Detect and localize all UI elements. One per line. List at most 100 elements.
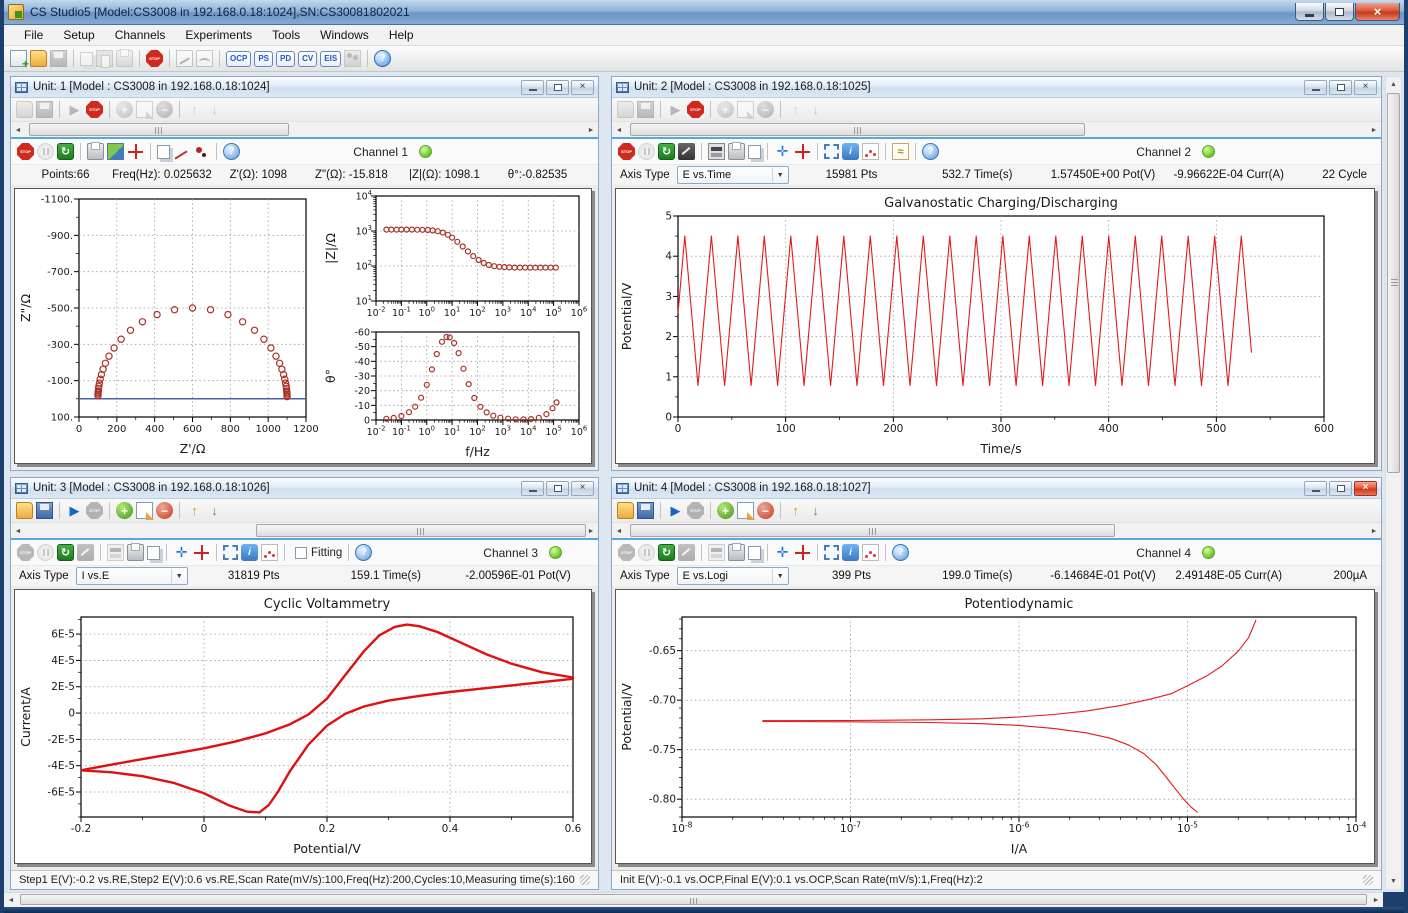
refresh-icon[interactable]: ↻ (658, 544, 675, 561)
copy-data-icon[interactable] (748, 145, 761, 159)
pd-experiment-button[interactable]: PD (276, 51, 295, 67)
scroll-down-arrow[interactable]: ▼ (1386, 874, 1401, 889)
scroll-left-arrow[interactable]: ◄ (4, 893, 18, 907)
cell-setup-icon[interactable] (107, 544, 124, 561)
add-step-icon[interactable]: + (116, 101, 133, 118)
zoom-select-icon[interactable] (824, 545, 839, 560)
move-down-icon[interactable]: ↓ (206, 101, 223, 118)
unit1-restore-button[interactable] (546, 80, 569, 95)
unit1-hscrollbar[interactable]: ◄ ► (11, 121, 598, 137)
move-up-icon[interactable]: ↑ (186, 101, 203, 118)
notes-icon[interactable] (678, 544, 695, 561)
open-icon[interactable] (16, 101, 33, 118)
axis-type-dropdown[interactable]: I vs.E (76, 567, 188, 585)
copy-data-icon[interactable] (147, 546, 160, 560)
scroll-up-arrow[interactable]: ▲ (1386, 77, 1401, 92)
help-icon[interactable]: ? (223, 143, 240, 160)
paste-icon[interactable] (96, 50, 113, 67)
open-icon[interactable] (617, 101, 634, 118)
menu-setup[interactable]: Setup (53, 26, 104, 44)
pan-icon[interactable]: ✛ (774, 143, 791, 160)
scroll-right-arrow[interactable]: ► (1369, 893, 1383, 907)
scroll-right-arrow[interactable]: ► (1367, 524, 1381, 538)
close-button[interactable]: × (1355, 3, 1400, 21)
stop-icon[interactable]: STOP (86, 101, 103, 118)
unit4-close-button[interactable]: × (1354, 481, 1377, 496)
menu-file[interactable]: File (14, 26, 53, 44)
save-icon[interactable] (50, 50, 67, 67)
menu-channels[interactable]: Channels (105, 26, 176, 44)
unit1-close-button[interactable]: × (571, 80, 594, 95)
scroll-thumb[interactable] (1387, 93, 1400, 473)
pause-icon[interactable] (37, 544, 54, 561)
unit4-titlebar[interactable]: Unit: 4 [Model : CS3008 in 192.168.0.18:… (612, 478, 1381, 499)
style-brush-icon[interactable] (344, 50, 361, 67)
cv-experiment-button[interactable]: CV (298, 51, 317, 67)
stop-icon[interactable]: STOP (618, 544, 635, 561)
help-icon[interactable]: ? (892, 544, 909, 561)
report-plot-icon[interactable] (196, 50, 213, 67)
ps-experiment-button[interactable]: PS (254, 51, 273, 67)
save-icon[interactable] (36, 101, 53, 118)
point-tool-icon[interactable] (193, 143, 210, 160)
scatter-mode-icon[interactable] (862, 143, 879, 160)
print-icon[interactable] (127, 544, 144, 561)
axis-type-dropdown[interactable]: E vs.Time (677, 166, 789, 184)
crosshair-icon[interactable] (127, 143, 144, 160)
cell-setup-icon[interactable] (708, 544, 725, 561)
axis-type-dropdown[interactable]: E vs.Logi (677, 567, 789, 585)
copy-icon[interactable] (80, 52, 93, 66)
start-icon[interactable]: ▶ (66, 101, 83, 118)
scroll-left-arrow[interactable]: ◄ (11, 524, 25, 538)
cv-plot[interactable]: -0.200.20.40.66E-54E-52E-50-2E-5-4E-5-6E… (15, 590, 591, 863)
pan-icon[interactable]: ✛ (173, 544, 190, 561)
zoom-select-icon[interactable] (223, 545, 238, 560)
zoom-select-icon[interactable] (824, 144, 839, 159)
move-down-icon[interactable]: ↓ (807, 101, 824, 118)
unit2-hscrollbar[interactable]: ◄ ► (612, 121, 1381, 137)
cell-setup-icon[interactable] (708, 143, 725, 160)
remove-step-icon[interactable]: − (757, 101, 774, 118)
bode-phase-plot[interactable]: 10-210-11001011021031041051060-10-20-30-… (320, 326, 591, 463)
unit3-close-button[interactable]: × (571, 481, 594, 496)
open-icon[interactable] (617, 502, 634, 519)
potentiodynamic-plot[interactable]: 10-810-710-610-510-4-0.65-0.70-0.75-0.80… (616, 590, 1374, 863)
print-icon[interactable] (87, 143, 104, 160)
scroll-right-arrow[interactable]: ► (584, 123, 598, 137)
unit3-minimize-button[interactable] (521, 481, 544, 496)
unit4-restore-button[interactable] (1329, 481, 1352, 496)
open-icon[interactable] (16, 502, 33, 519)
scroll-left-arrow[interactable]: ◄ (11, 123, 25, 137)
scatter-mode-icon[interactable] (862, 544, 879, 561)
scroll-thumb[interactable] (630, 123, 1085, 136)
stop-icon[interactable]: STOP (687, 502, 704, 519)
restore-button[interactable] (1325, 3, 1354, 21)
line-tool-icon[interactable] (173, 143, 190, 160)
data-info-icon[interactable]: i (842, 143, 859, 160)
unit1-titlebar[interactable]: Unit: 1 [Model : CS3008 in 192.168.0.18:… (11, 77, 598, 98)
scroll-thumb[interactable] (630, 524, 1115, 537)
eis-experiment-button[interactable]: EIS (320, 51, 341, 67)
edit-step-icon[interactable] (136, 502, 153, 519)
copy-data-icon[interactable] (748, 546, 761, 560)
scroll-left-arrow[interactable]: ◄ (612, 524, 626, 538)
stop-icon[interactable]: STOP (687, 101, 704, 118)
add-step-icon[interactable]: + (717, 502, 734, 519)
unit2-minimize-button[interactable] (1304, 80, 1327, 95)
scroll-right-arrow[interactable]: ► (584, 524, 598, 538)
unit1-minimize-button[interactable] (521, 80, 544, 95)
help-icon[interactable]: ? (922, 143, 939, 160)
menu-experiments[interactable]: Experiments (175, 26, 262, 44)
mdi-hscrollbar[interactable]: ◄ ► (4, 892, 1383, 907)
refresh-icon[interactable]: ↻ (57, 544, 74, 561)
menu-help[interactable]: Help (379, 26, 424, 44)
scroll-left-arrow[interactable]: ◄ (612, 123, 626, 137)
edit-step-icon[interactable] (737, 101, 754, 118)
export-image-icon[interactable] (107, 143, 124, 160)
mdi-vscrollbar[interactable]: ▲ ▼ (1385, 76, 1402, 890)
print-icon[interactable] (728, 143, 745, 160)
scroll-thumb[interactable] (20, 894, 1367, 905)
start-icon[interactable]: ▶ (66, 502, 83, 519)
unit3-titlebar[interactable]: Unit: 3 [Model : CS3008 in 192.168.0.18:… (11, 478, 598, 499)
print-icon[interactable] (728, 544, 745, 561)
